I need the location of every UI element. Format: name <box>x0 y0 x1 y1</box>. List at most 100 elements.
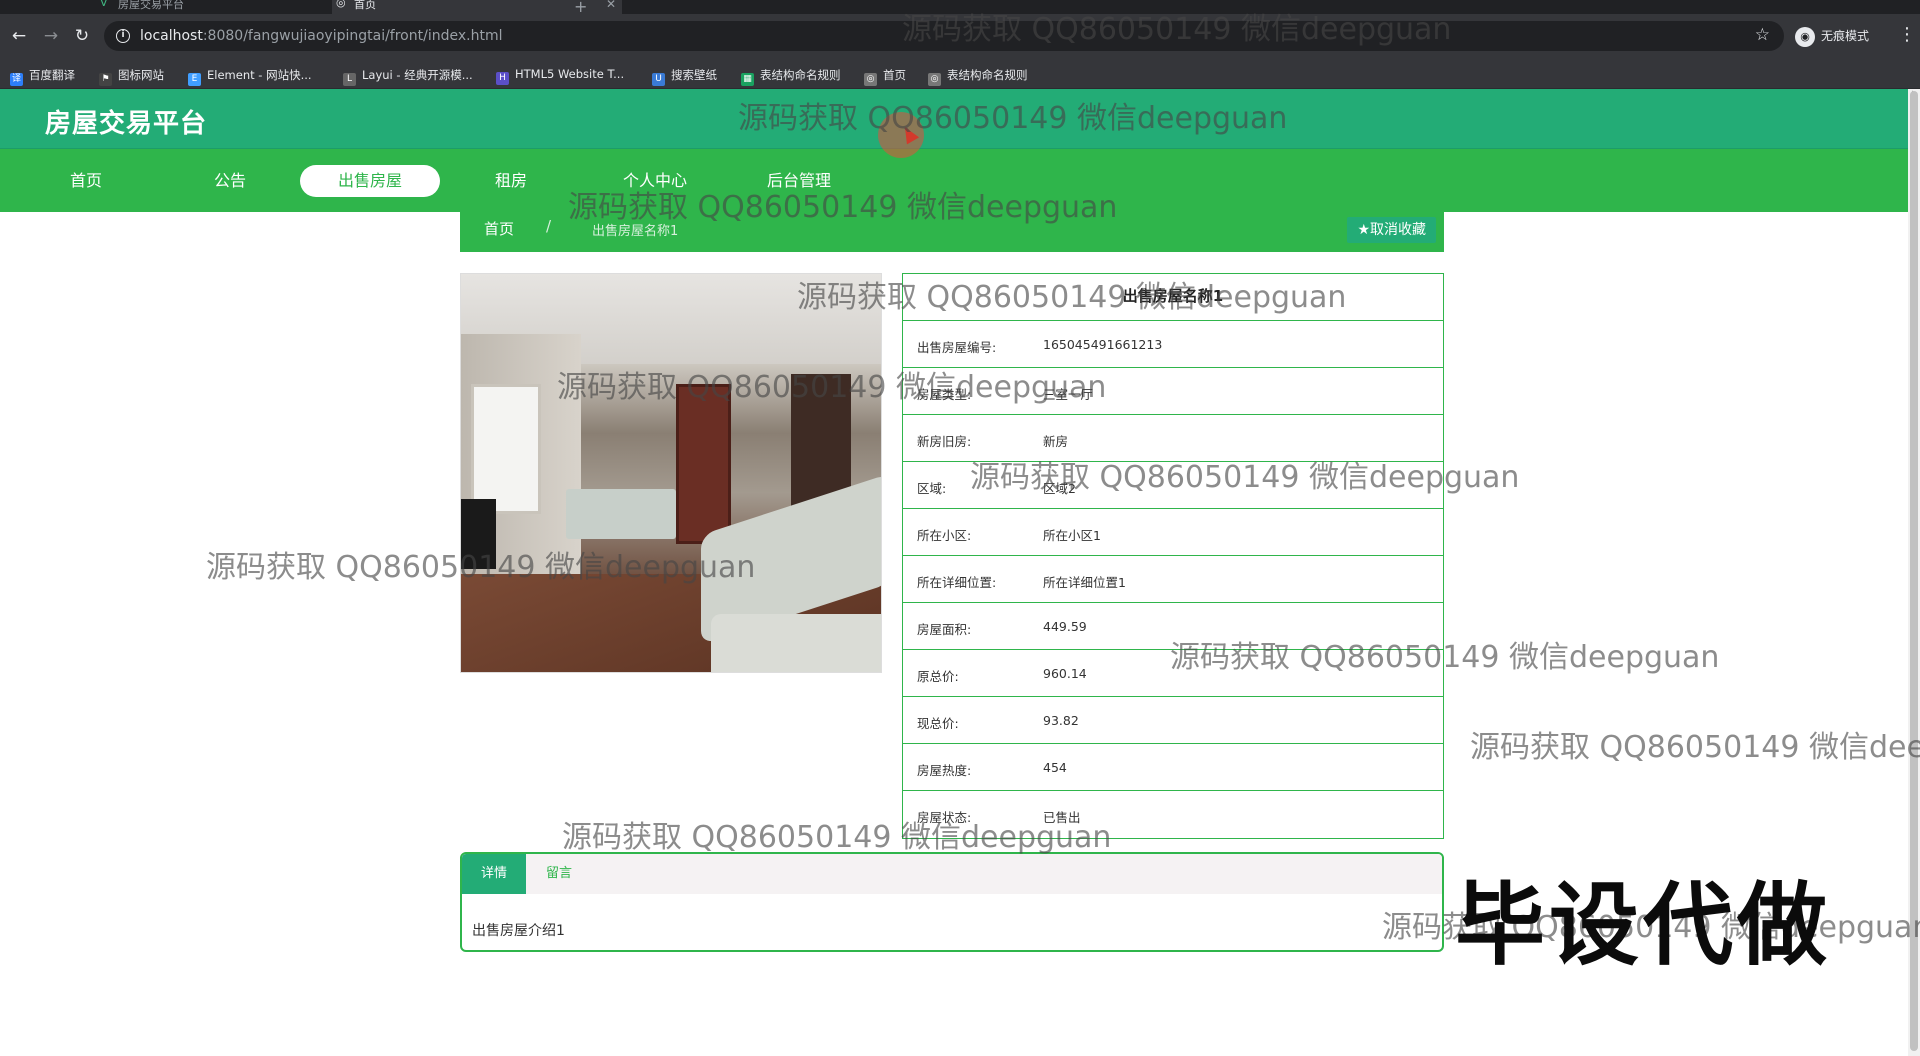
info-label: 房屋面积: <box>917 622 972 637</box>
nav-item-sale[interactable]: 出售房屋 <box>300 165 440 197</box>
nav-item-profile[interactable]: 个人中心 <box>585 165 725 197</box>
translate-icon: 译 <box>10 73 23 86</box>
info-value: 所在详细位置1 <box>1043 575 1126 590</box>
info-label: 出售房屋编号: <box>917 340 997 355</box>
info-row: 出售房屋编号: 165045491661213 <box>903 321 1443 368</box>
tab-content: 出售房屋介绍1 <box>472 923 565 939</box>
info-label: 房屋类型: <box>917 387 972 402</box>
scroll-thumb[interactable] <box>1910 91 1918 1051</box>
info-label: 所在详细位置: <box>917 575 997 590</box>
photo-tv <box>461 499 496 569</box>
forward-icon[interactable]: → <box>40 25 62 47</box>
info-value: 已售出 <box>1043 810 1081 825</box>
promo-stamp: 毕设代做 <box>1455 873 1831 978</box>
bookmark-item[interactable]: ⚑ 图标网站 <box>99 67 164 86</box>
house-name: 出售房屋名称1 <box>903 274 1443 321</box>
url-text[interactable]: localhost:8080/fangwujiaoyipingtai/front… <box>140 28 502 44</box>
breadcrumb: 首页 / 出售房屋名称1 ★取消收藏 <box>460 212 1444 252</box>
incognito-icon: ◉ <box>1795 26 1815 47</box>
bookmark-label: 百度翻译 <box>29 68 75 82</box>
photo-window <box>471 384 541 514</box>
globe-icon: ◎ <box>336 0 346 9</box>
house-photo <box>460 273 882 673</box>
layui-icon: L <box>343 73 356 86</box>
url-host: localhost <box>140 28 203 44</box>
bookmarks-bar: 译百度翻译 ⚑ 图标网站 E Element - 网站快... L Layui - 经… <box>0 61 1920 89</box>
bookmark-label: 搜索壁纸 <box>671 68 717 82</box>
info-label: 区域: <box>917 481 947 496</box>
close-icon[interactable]: ✕ <box>606 0 616 10</box>
bookmark-item[interactable]: ▦ 表结构命名规则 <box>741 67 841 86</box>
tab-title: 房屋交易平台 <box>118 0 184 11</box>
main-nav: 首页 公告 出售房屋 租房 个人中心 后台管理 <box>0 149 1908 212</box>
bookmark-star-icon[interactable]: ☆ <box>1755 25 1770 45</box>
detail-tabs: 详情 留言 出售房屋介绍1 <box>460 852 1444 952</box>
breadcrumb-current: 出售房屋名称1 <box>592 224 679 239</box>
browser-toolbar: ← → ↻ i localhost:8080/fangwujiaoyipingt… <box>0 14 1920 61</box>
nav-item-admin[interactable]: 后台管理 <box>729 165 869 197</box>
nav-item-home[interactable]: 首页 <box>16 165 156 197</box>
bookmark-label: 表结构命名规则 <box>947 68 1028 82</box>
info-row: 新房旧房: 新房 <box>903 415 1443 462</box>
breadcrumb-separator: / <box>546 217 552 235</box>
photo-table <box>566 489 676 539</box>
info-icon[interactable]: i <box>116 29 130 43</box>
info-label: 房屋状态: <box>917 810 972 825</box>
info-label: 所在小区: <box>917 528 972 543</box>
vue-icon: V <box>100 0 108 9</box>
info-label: 房屋热度: <box>917 763 972 778</box>
info-row: 房屋面积: 449.59 <box>903 603 1443 650</box>
house-info-table: 出售房屋名称1 出售房屋编号: 165045491661213 房屋类型: 三室一厅… <box>902 273 1444 839</box>
site-title[interactable]: 房屋交易平台 <box>45 103 207 140</box>
tab-detail[interactable]: 详情 <box>462 854 526 894</box>
bookmark-label: Element - 网站快... <box>207 68 312 82</box>
bookmark-item[interactable]: U 搜索壁纸 <box>652 67 717 86</box>
bookmark-label: HTML5 Website T... <box>515 67 625 81</box>
info-row: 房屋类型: 三室一厅 <box>903 368 1443 415</box>
flag-icon: ⚑ <box>99 73 112 86</box>
nav-item-notice[interactable]: 公告 <box>160 165 300 197</box>
breadcrumb-home[interactable]: 首页 <box>484 218 514 239</box>
bookmark-label: 图标网站 <box>118 68 164 82</box>
browser-menu-icon[interactable]: ⋮ <box>1898 24 1916 45</box>
bookmark-item[interactable]: H HTML5 Website T... <box>496 67 624 85</box>
info-label: 现总价: <box>917 716 959 731</box>
bookmark-item[interactable]: L Layui - 经典开源模... <box>343 67 473 86</box>
unfavorite-button[interactable]: ★取消收藏 <box>1347 217 1436 243</box>
info-value: 960.14 <box>1043 666 1087 681</box>
info-value: 区域2 <box>1043 481 1076 496</box>
photo-door <box>676 384 731 544</box>
element-icon: E <box>188 73 201 86</box>
info-value: 165045491661213 <box>1043 337 1163 352</box>
bookmark-item[interactable]: E Element - 网站快... <box>188 67 312 86</box>
page-scrollbar[interactable]: ▲ <box>1908 89 1920 1056</box>
info-value: 所在小区1 <box>1043 528 1101 543</box>
info-row: 现总价: 93.82 <box>903 697 1443 744</box>
info-value: 新房 <box>1043 434 1069 449</box>
bookmark-item[interactable]: ◎ 表结构命名规则 <box>928 67 1028 86</box>
globe-icon: ◎ <box>864 73 877 86</box>
address-bar[interactable]: i localhost:8080/fangwujiaoyipingtai/fro… <box>104 21 1784 51</box>
nav-item-rent[interactable]: 租房 <box>441 165 581 197</box>
back-icon[interactable]: ← <box>8 25 30 47</box>
incognito-label: 无痕模式 <box>1821 29 1870 43</box>
info-value: 93.82 <box>1043 713 1079 728</box>
tab-comment[interactable]: 留言 <box>546 854 572 894</box>
info-row: 区域: 区域2 <box>903 462 1443 509</box>
info-value: 三室一厅 <box>1043 387 1094 402</box>
bookmark-item[interactable]: 译百度翻译 <box>10 67 75 86</box>
info-label: 新房旧房: <box>917 434 972 449</box>
info-row: 所在小区: 所在小区1 <box>903 509 1443 556</box>
info-row: 原总价: 960.14 <box>903 650 1443 697</box>
wallpaper-icon: U <box>652 73 665 86</box>
info-value: 449.59 <box>1043 619 1087 634</box>
bookmark-item[interactable]: ◎ 首页 <box>864 67 906 86</box>
reload-icon[interactable]: ↻ <box>71 25 93 47</box>
incognito-indicator[interactable]: ◉ 无痕模式 <box>1795 23 1869 49</box>
info-row: 所在详细位置: 所在详细位置1 <box>903 556 1443 603</box>
tab-title: 首页 <box>354 0 376 11</box>
info-row: 房屋热度: 454 <box>903 744 1443 791</box>
bookmark-label: 表结构命名规则 <box>760 68 841 82</box>
html5-icon: H <box>496 72 509 85</box>
url-path: :8080/fangwujiaoyipingtai/front/index.ht… <box>202 28 503 44</box>
